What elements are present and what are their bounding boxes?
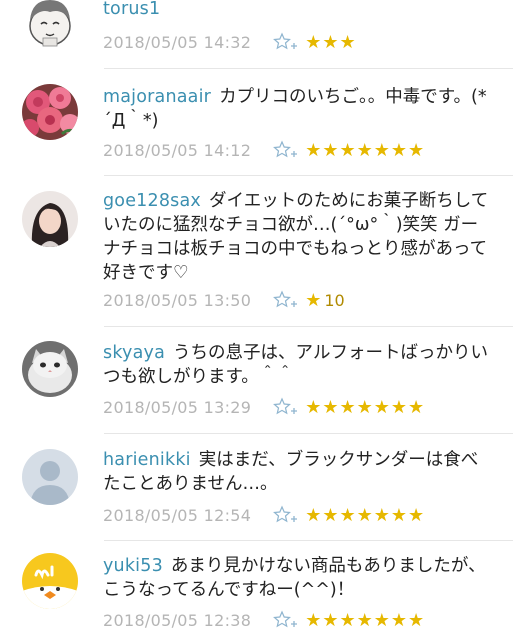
comment-item: torus1 2018/05/05 14:32 ★★★ [0, 0, 513, 68]
star-rating: ★ 10 [305, 289, 345, 311]
comment-item: majoranaair カプリコのいちご。。中毒です。(*´Д｀*) 2018/0… [0, 69, 513, 175]
comment-username[interactable]: skyaya [103, 343, 165, 363]
default-user-avatar[interactable] [22, 449, 78, 505]
comment-username[interactable]: goe128sax [103, 191, 201, 211]
comment-username[interactable]: majoranaair [103, 87, 211, 107]
comment-username[interactable]: yuki53 [103, 556, 163, 576]
comment-username[interactable]: harienikki [103, 450, 191, 470]
comment-timestamp: 2018/05/05 12:54 [103, 505, 252, 525]
add-star-icon[interactable] [273, 140, 299, 160]
comment-timestamp: 2018/05/05 13:50 [103, 290, 252, 310]
star-rating: ★★★★★★★ [305, 139, 426, 161]
roses-avatar[interactable] [22, 84, 78, 140]
comment-timestamp: 2018/05/05 14:32 [103, 32, 252, 52]
mi-chick-avatar[interactable] [22, 553, 78, 609]
comment-timestamp: 2018/05/05 13:29 [103, 397, 252, 417]
comment-username[interactable]: torus1 [103, 0, 160, 19]
cartoon-face-avatar[interactable] [22, 0, 78, 50]
add-star-icon[interactable] [273, 32, 299, 52]
add-star-icon[interactable] [273, 290, 299, 310]
woman-photo-avatar[interactable] [22, 191, 78, 247]
comment-item: yuki53 あまり見かけない商品もありましたが、こうなってるんですねー(^^)！… [0, 541, 513, 640]
cat-photo-avatar[interactable] [22, 341, 78, 397]
add-star-icon[interactable] [273, 610, 299, 630]
star-rating: ★★★★★★★ [305, 504, 426, 526]
comment-item: skyaya うちの息子は、アルフォートばっかりいつも欲しがります。＾＾ 2018… [0, 327, 513, 433]
star-rating: ★★★★★★★ [305, 609, 426, 631]
comment-timestamp: 2018/05/05 12:38 [103, 610, 252, 630]
star-rating: ★★★★★★★ [305, 396, 426, 418]
star-rating: ★★★ [305, 31, 357, 53]
comment-timestamp: 2018/05/05 14:12 [103, 140, 252, 160]
add-star-icon[interactable] [273, 397, 299, 417]
add-star-icon[interactable] [273, 505, 299, 525]
comment-item: harienikki 実はまだ、ブラックサンダーは食べたことありません…。 201… [0, 434, 513, 540]
comment-item: goe128sax ダイエットのためにお菓子断ちしていたのに猛烈なチョコ欲が…(´… [0, 176, 513, 326]
